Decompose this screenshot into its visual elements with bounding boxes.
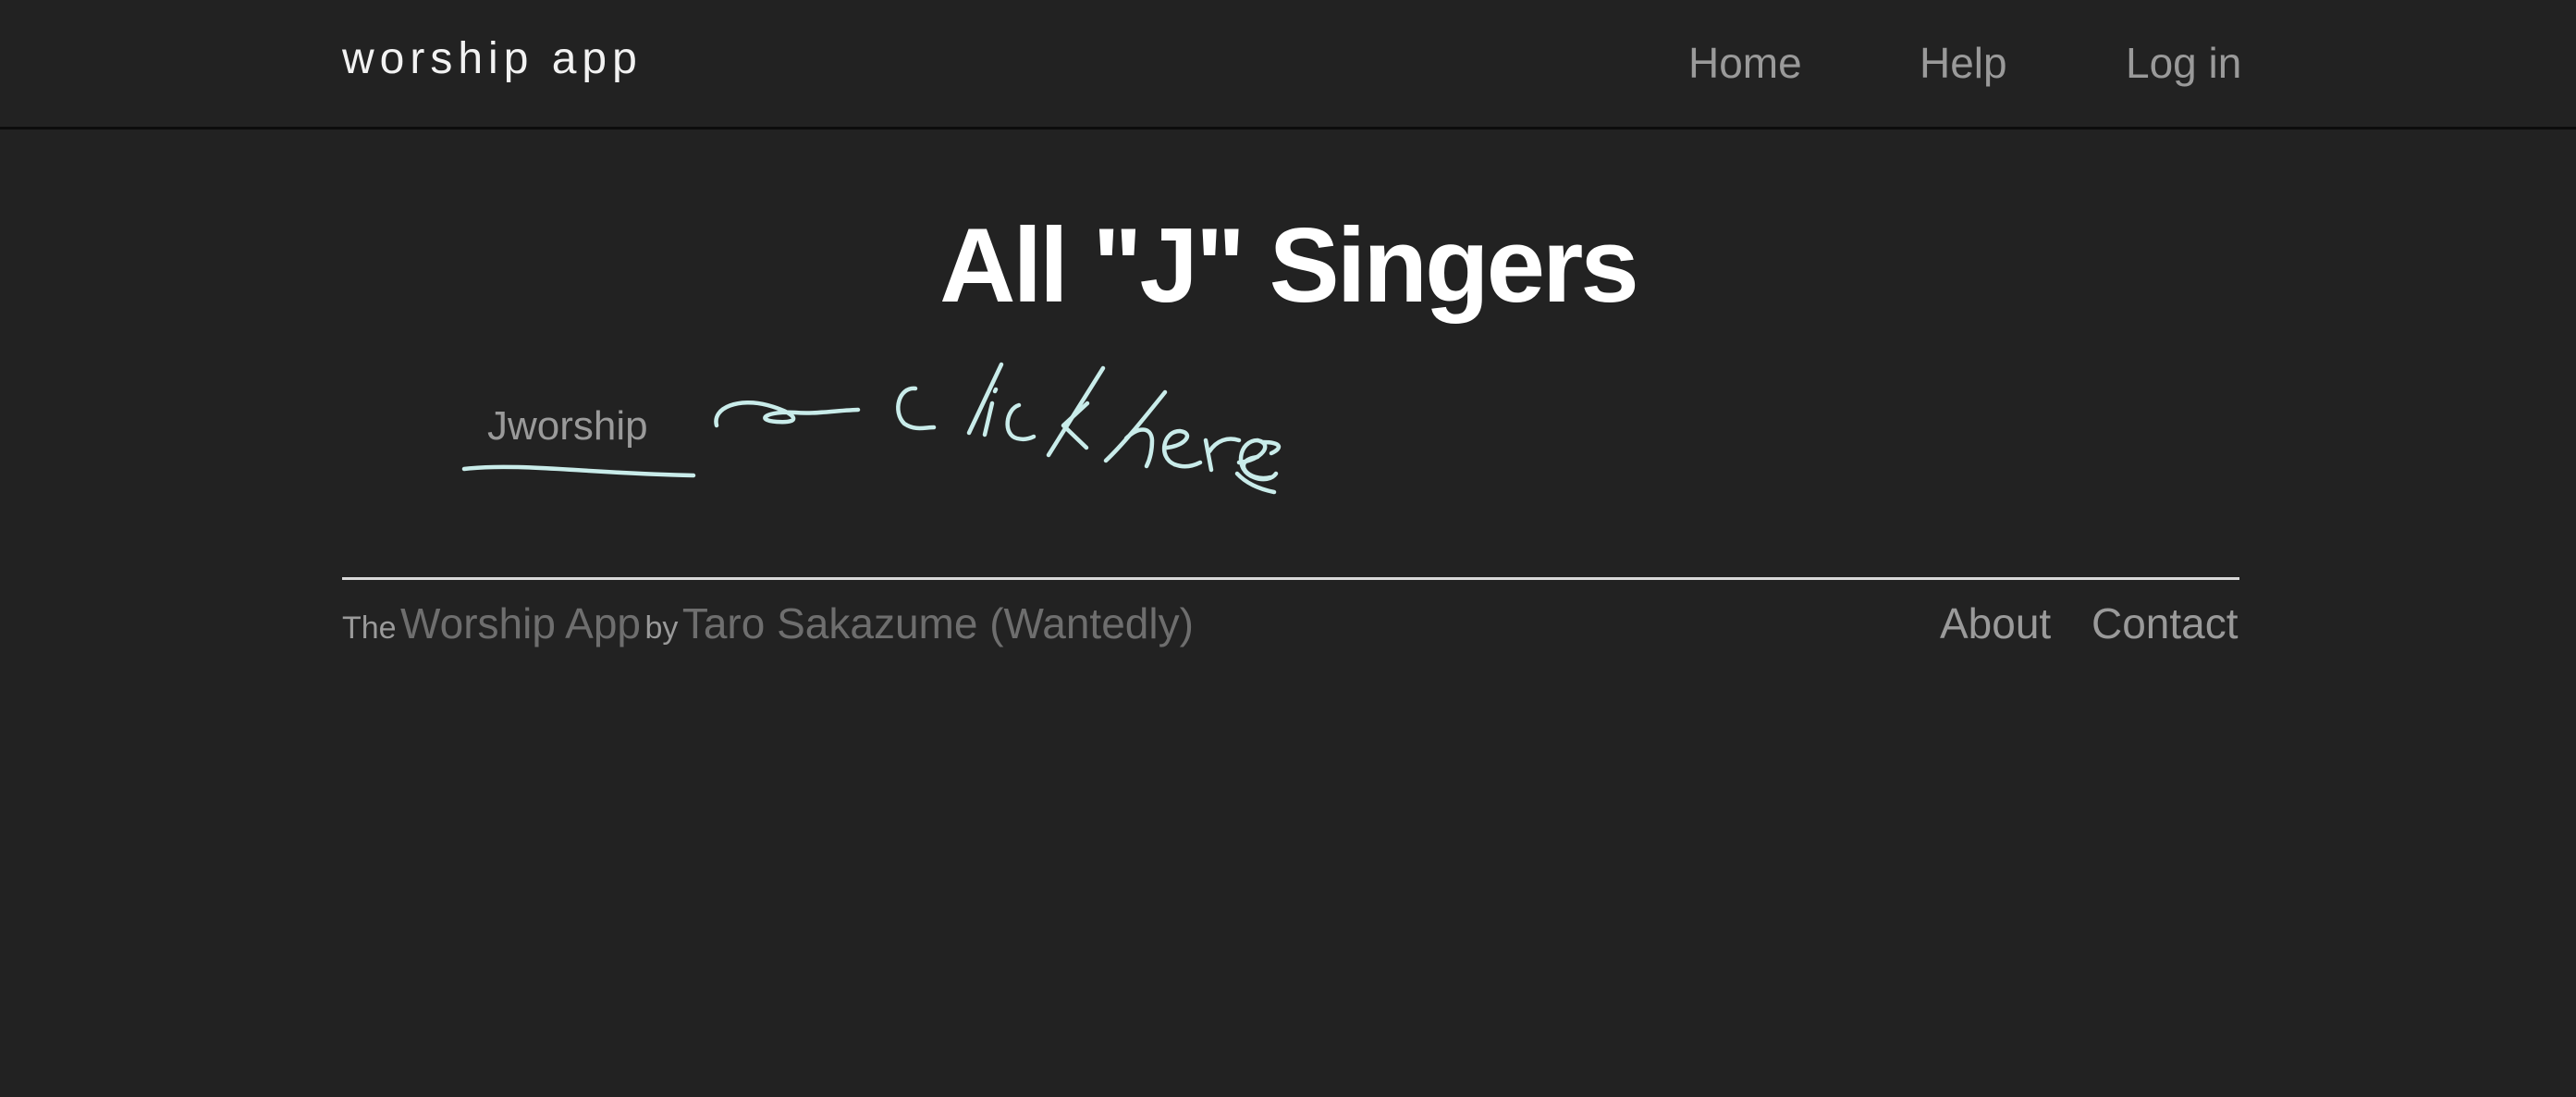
arrow-stroke [714, 401, 861, 428]
footer-divider [342, 577, 2239, 580]
letter-e-stroke [1161, 428, 1203, 469]
handwritten-annotation [461, 362, 1282, 495]
letter-i-stroke [982, 401, 995, 438]
footer-credit: The Worship App by Taro Sakazume (Wanted… [342, 596, 1194, 662]
footer-contact-link[interactable]: Contact [2091, 596, 2239, 651]
letter-e2-stroke [1236, 438, 1279, 482]
letter-k-stroke [1046, 365, 1106, 458]
page-title: All "J" Singers [939, 207, 1639, 325]
brand-link[interactable]: worship app [342, 31, 643, 87]
letter-k-arm [1061, 401, 1090, 450]
footer-about-link[interactable]: About [1940, 596, 2051, 651]
footer-prefix: The [342, 610, 397, 646]
singer-link-jworship[interactable]: Jworship [487, 400, 648, 453]
letter-h-stroke [1103, 389, 1168, 469]
letter-c-stroke [896, 386, 937, 431]
footer-by-text: by [644, 610, 679, 646]
footer-author-link[interactable]: Taro Sakazume (Wantedly) [682, 599, 1194, 647]
footer-app-link[interactable]: Worship App [400, 599, 641, 647]
nav-login-link[interactable]: Log in [2126, 35, 2241, 91]
underline-stroke [461, 464, 696, 478]
letter-c2-stroke [1005, 402, 1037, 442]
tail-stroke [1234, 471, 1277, 495]
letter-l-stroke [966, 362, 1004, 436]
top-navbar: worship app Home Help Log in [0, 0, 2576, 129]
letter-i-dot [992, 387, 999, 394]
nav-help-link[interactable]: Help [1920, 35, 2007, 91]
nav-home-link[interactable]: Home [1688, 35, 1802, 91]
letter-e3-stroke [1241, 439, 1282, 481]
letter-r-stroke [1203, 437, 1242, 473]
